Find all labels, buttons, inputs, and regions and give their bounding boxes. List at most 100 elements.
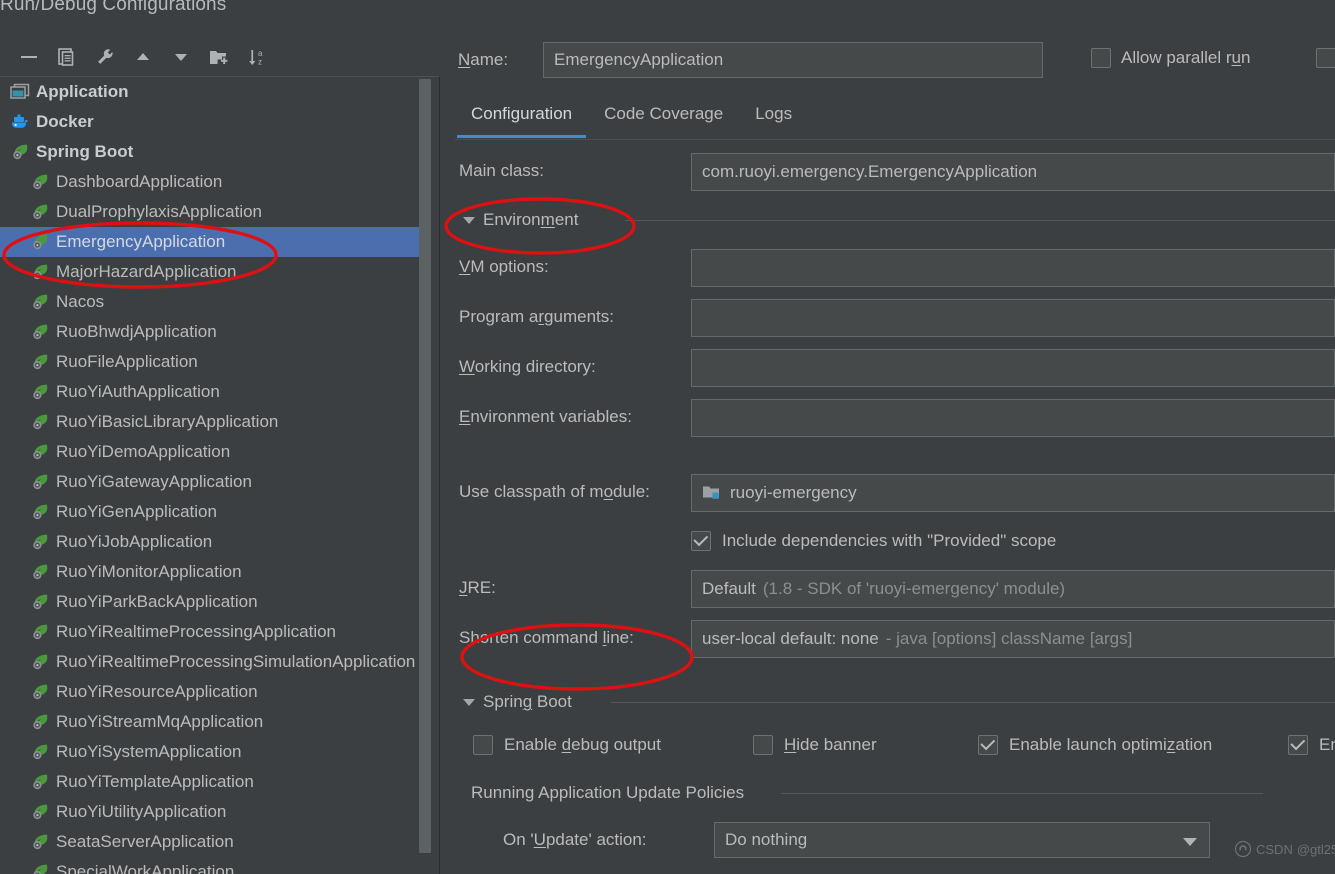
tree-item-ruoyiparkbackapplication[interactable]: RuoYiParkBackApplication [0, 587, 424, 617]
chevron-down-icon-springboot[interactable] [463, 699, 475, 706]
watermark: CSDN @gtl256 [1234, 840, 1335, 858]
tree-item-emergencyapplication[interactable]: EmergencyApplication [0, 227, 424, 257]
tree-item-ruoyisystemapplication[interactable]: RuoYiSystemApplication [0, 737, 424, 767]
environment-section-header[interactable]: Environment [441, 198, 1335, 244]
tree-item-application[interactable]: Application [0, 77, 424, 107]
tree-item-dashboardapplication[interactable]: DashboardApplication [0, 167, 424, 197]
allow-parallel-run-box[interactable] [1091, 48, 1111, 68]
copy-button[interactable] [52, 43, 82, 71]
tree-item-majorhazardapplication[interactable]: MajorHazardApplication [0, 257, 424, 287]
name-input[interactable] [543, 42, 1043, 78]
tree-item-label: RuoBhwdjApplication [56, 322, 217, 341]
environment-variables-field[interactable] [691, 399, 1335, 437]
remove-button[interactable] [14, 43, 44, 71]
tree-item-ruobhwdjapplication[interactable]: RuoBhwdjApplication [0, 317, 424, 347]
vm-options-field[interactable] [691, 249, 1335, 287]
shorten-command-line-value: user-local default: none [702, 629, 879, 648]
chevron-down-icon-combo[interactable] [1183, 838, 1197, 846]
enable-debug-output-checkbox[interactable]: Enable debug output [473, 735, 661, 755]
tree-item-label: MajorHazardApplication [56, 262, 237, 281]
tree-item-dualprophylaxisapplication[interactable]: DualProphylaxisApplication [0, 197, 424, 227]
enable-debug-output-box[interactable] [473, 735, 493, 755]
spring-boot-icon [30, 352, 52, 372]
tree-item-ruoyiauthapplication[interactable]: RuoYiAuthApplication [0, 377, 424, 407]
on-update-action-dropdown[interactable]: Do nothing [714, 822, 1210, 858]
enable-launch-optimization-checkbox[interactable]: Enable launch optimization [978, 735, 1212, 755]
module-folder-icon [702, 484, 722, 502]
wrench-icon[interactable] [90, 43, 120, 71]
form-spacer-2 [441, 665, 1335, 683]
docker-icon [10, 112, 32, 132]
spring-boot-icon [30, 742, 52, 762]
chevron-down-icon[interactable] [463, 217, 475, 224]
tree-item-ruoyidemoapplication[interactable]: RuoYiDemoApplication [0, 437, 424, 467]
program-arguments-row: Program arguments: [441, 294, 1335, 344]
jre-hint: (1.8 - SDK of 'ruoyi-emergency' module) [762, 579, 1066, 598]
folder-add-icon[interactable] [204, 43, 234, 71]
enable-launch-optimization-box[interactable] [978, 735, 998, 755]
tree-item-spring-boot[interactable]: Spring Boot [0, 137, 424, 167]
tree-item-ruoyigatewayapplication[interactable]: RuoYiGatewayApplication [0, 467, 424, 497]
update-policies-divider [781, 793, 1263, 794]
tree-item-ruoyijobapplication[interactable]: RuoYiJobApplication [0, 527, 424, 557]
tree-item-label: EmergencyApplication [56, 232, 226, 251]
extra-checkbox-box[interactable] [1316, 48, 1335, 68]
tree-item-ruoyiresourceapplication[interactable]: RuoYiResourceApplication [0, 677, 424, 707]
tree-item-ruofileapplication[interactable]: RuoFileApplication [0, 347, 424, 377]
update-policies-header: Running Application Update Policies [441, 773, 1335, 817]
vm-options-row: VM options: [441, 244, 1335, 294]
tabs-underline [455, 139, 1335, 140]
tab-code-coverage[interactable]: Code Coverage [588, 98, 739, 138]
tree-item-ruoyistreammqapplication[interactable]: RuoYiStreamMqApplication [0, 707, 424, 737]
main-class-field[interactable]: com.ruoyi.emergency.EmergencyApplication [691, 153, 1335, 191]
tree-item-ruoyirealtimeprocessingsimulationapplication[interactable]: RuoYiRealtimeProcessingSimulationApplica… [0, 647, 424, 677]
configurations-toolbar: a z [0, 38, 440, 76]
spring-boot-checkbox-row: Enable debug output Hide banner Enable l… [441, 725, 1335, 773]
window-title: Run/Debug Configurations [0, 0, 227, 15]
arrow-down-icon[interactable] [166, 43, 196, 71]
hide-banner-checkbox[interactable]: Hide banner [753, 735, 877, 755]
include-dependencies-box[interactable] [691, 531, 711, 551]
tab-configuration[interactable]: Configuration [455, 98, 588, 138]
spring-boot-icon [30, 472, 52, 492]
spring-boot-icon [30, 442, 52, 462]
hide-banner-box[interactable] [753, 735, 773, 755]
tree-item-ruoyitemplateapplication[interactable]: RuoYiTemplateApplication [0, 767, 424, 797]
tree-scrollbar[interactable] [419, 79, 431, 853]
spring-boot-section-header[interactable]: Spring Boot [441, 683, 1335, 725]
working-directory-field[interactable] [691, 349, 1335, 387]
spring-boot-icon [30, 412, 52, 432]
spring-boot-icon [30, 712, 52, 732]
enable-extra-checkbox[interactable]: En [1288, 735, 1335, 755]
tree-item-ruoyiutilityapplication[interactable]: RuoYiUtilityApplication [0, 797, 424, 827]
tree-item-seataserverapplication[interactable]: SeataServerApplication [0, 827, 424, 857]
tree-item-specialworkapplication[interactable]: SpecialWorkApplication [0, 857, 424, 874]
tab-logs[interactable]: Logs [739, 98, 808, 138]
tree-item-label: SeataServerApplication [56, 832, 234, 851]
editor-tabs[interactable]: Configuration Code Coverage Logs [455, 98, 1335, 140]
tree-item-ruoyimonitorapplication[interactable]: RuoYiMonitorApplication [0, 557, 424, 587]
tree-item-ruoyigenapplication[interactable]: RuoYiGenApplication [0, 497, 424, 527]
tree-item-ruoyirealtimeprocessingapplication[interactable]: RuoYiRealtimeProcessingApplication [0, 617, 424, 647]
arrow-up-icon[interactable] [128, 43, 158, 71]
program-arguments-field[interactable] [691, 299, 1335, 337]
spring-boot-icon [30, 682, 52, 702]
extra-checkbox[interactable] [1316, 48, 1335, 68]
configuration-form: Main class: com.ruoyi.emergency.Emergenc… [441, 148, 1335, 867]
include-dependencies-checkbox[interactable]: Include dependencies with "Provided" sco… [691, 531, 1056, 551]
shorten-command-line-field[interactable]: user-local default: none - java [options… [691, 620, 1335, 658]
program-arguments-label: Program arguments: [459, 307, 614, 326]
tree-item-label: RuoYiRealtimeProcessingApplication [56, 622, 337, 641]
enable-extra-box[interactable] [1288, 735, 1308, 755]
tree-item-ruoyibasiclibraryapplication[interactable]: RuoYiBasicLibraryApplication [0, 407, 424, 437]
tree-item-label: RuoYiBasicLibraryApplication [56, 412, 279, 431]
jre-field[interactable]: Default (1.8 - SDK of 'ruoyi-emergency' … [691, 570, 1335, 608]
sort-az-icon[interactable]: a z [242, 43, 272, 71]
tree-item-docker[interactable]: Docker [0, 107, 424, 137]
configurations-tree[interactable]: Application Docker Spring Boot DashboardApp… [0, 77, 424, 874]
spring-boot-icon [30, 862, 52, 874]
tree-item-label: RuoYiGatewayApplication [56, 472, 252, 491]
allow-parallel-run-checkbox[interactable]: Allow parallel run [1091, 48, 1250, 68]
tree-item-nacos[interactable]: Nacos [0, 287, 424, 317]
use-classpath-field[interactable]: ruoyi-emergency [691, 474, 1335, 512]
